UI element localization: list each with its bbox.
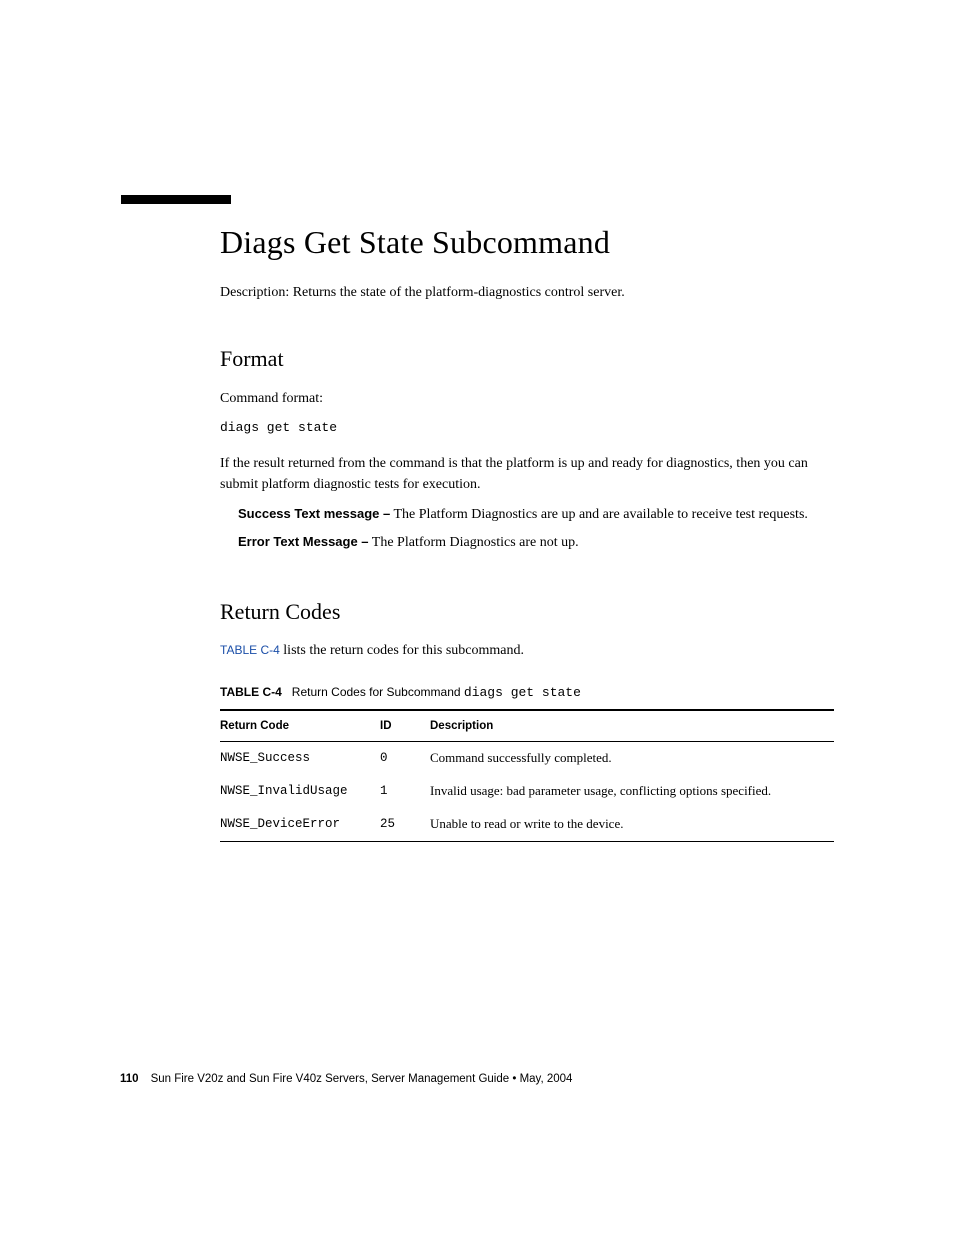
cell-id: 25 — [380, 808, 430, 841]
cell-desc: Unable to read or write to the device. — [430, 808, 834, 841]
return-codes-table: Return Code ID Description NWSE_Success … — [220, 709, 834, 842]
footer-text: Sun Fire V20z and Sun Fire V40z Servers,… — [151, 1073, 573, 1085]
cell-desc: Command successfully completed. — [430, 742, 834, 775]
success-label: Success Text message – — [238, 506, 390, 521]
table-xref-link[interactable]: TABLE C-4 — [220, 643, 280, 657]
error-label: Error Text Message – — [238, 534, 369, 549]
section-rule — [121, 195, 231, 204]
page-footer: 110 Sun Fire V20z and Sun Fire V40z Serve… — [120, 1073, 572, 1085]
error-text: The Platform Diagnostics are not up. — [369, 535, 579, 550]
cell-code: NWSE_DeviceError — [220, 808, 380, 841]
cell-code: NWSE_Success — [220, 742, 380, 775]
command-text: diags get state — [220, 419, 834, 438]
table-row: NWSE_DeviceError 25 Unable to read or wr… — [220, 808, 834, 841]
cell-id: 0 — [380, 742, 430, 775]
col-id: ID — [380, 710, 430, 742]
return-codes-intro: TABLE C-4 lists the return codes for thi… — [220, 641, 834, 661]
format-explain: If the result returned from the command … — [220, 454, 834, 495]
table-header-row: Return Code ID Description — [220, 710, 834, 742]
page-number: 110 — [120, 1073, 139, 1085]
table-caption-code: diags get state — [464, 685, 581, 700]
return-codes-heading: Return Codes — [220, 596, 834, 628]
col-return-code: Return Code — [220, 710, 380, 742]
cell-code: NWSE_InvalidUsage — [220, 775, 380, 808]
table-row: NWSE_InvalidUsage 1 Invalid usage: bad p… — [220, 775, 834, 808]
error-message: Error Text Message – The Platform Diagno… — [238, 533, 834, 553]
table-row: NWSE_Success 0 Command successfully comp… — [220, 742, 834, 775]
table-caption-text: Return Codes for Subcommand — [292, 685, 464, 699]
table-caption: TABLE C-4 Return Codes for Subcommand di… — [220, 684, 834, 703]
success-message: Success Text message – The Platform Diag… — [238, 505, 834, 525]
description-text: Description: Returns the state of the pl… — [220, 283, 834, 303]
command-format-label: Command format: — [220, 389, 834, 409]
success-text: The Platform Diagnostics are up and are … — [390, 507, 808, 522]
return-codes-intro-rest: lists the return codes for this subcomma… — [280, 643, 524, 658]
cell-id: 1 — [380, 775, 430, 808]
cell-desc: Invalid usage: bad parameter usage, conf… — [430, 775, 834, 808]
col-description: Description — [430, 710, 834, 742]
table-caption-label: TABLE C-4 — [220, 685, 282, 699]
format-heading: Format — [220, 343, 834, 375]
page-title: Diags Get State Subcommand — [220, 224, 834, 261]
